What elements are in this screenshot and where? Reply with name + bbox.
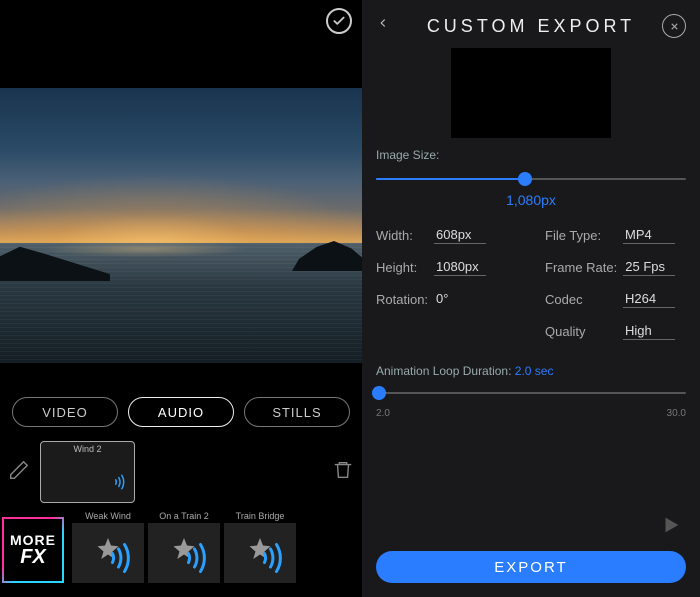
close-icon[interactable]: [662, 14, 686, 38]
selected-clip[interactable]: Wind 2: [40, 441, 135, 503]
quality-field[interactable]: Quality High: [545, 322, 686, 340]
panel-title: CUSTOM EXPORT: [400, 16, 662, 37]
trash-icon[interactable]: [332, 459, 354, 486]
fx-item[interactable]: Train Bridge: [224, 511, 296, 583]
fx-item[interactable]: On a Train 2: [148, 511, 220, 583]
image-size-label: Image Size:: [376, 148, 686, 162]
image-size-slider[interactable]: [376, 170, 686, 188]
export-preview: [451, 48, 611, 138]
more-fx-button[interactable]: MORE FX: [2, 517, 64, 583]
sound-icon: [112, 473, 130, 496]
tab-video[interactable]: VIDEO: [12, 397, 118, 427]
rotation-field[interactable]: Rotation: 0°: [376, 290, 517, 308]
fx-label: Train Bridge: [236, 511, 285, 521]
filetype-field[interactable]: File Type: MP4: [545, 226, 686, 244]
anim-duration-slider[interactable]: [376, 384, 686, 402]
confirm-icon[interactable]: [326, 8, 352, 34]
fx-label: On a Train 2: [159, 511, 209, 521]
sound-icon: [257, 540, 293, 580]
clip-label: Wind 2: [41, 444, 134, 454]
anim-range: 2.030.0: [376, 408, 686, 419]
play-icon[interactable]: [660, 514, 682, 541]
image-size-value: 1,080px: [376, 192, 686, 208]
back-icon[interactable]: [376, 14, 400, 38]
sound-icon: [105, 540, 141, 580]
edit-icon[interactable]: [8, 459, 30, 486]
tab-audio[interactable]: AUDIO: [128, 397, 234, 427]
export-button[interactable]: EXPORT: [376, 551, 686, 583]
framerate-field[interactable]: Frame Rate: 25 Fps: [545, 258, 686, 276]
anim-duration-label: Animation Loop Duration: 2.0 sec: [376, 364, 686, 378]
video-preview[interactable]: [0, 88, 362, 363]
fx-label: Weak Wind: [85, 511, 131, 521]
codec-field[interactable]: Codec H264: [545, 290, 686, 308]
width-field[interactable]: Width: 608px: [376, 226, 517, 244]
fx-item[interactable]: Weak Wind: [72, 511, 144, 583]
height-field[interactable]: Height: 1080px: [376, 258, 517, 276]
sound-icon: [181, 540, 217, 580]
tab-stills[interactable]: STILLS: [244, 397, 350, 427]
